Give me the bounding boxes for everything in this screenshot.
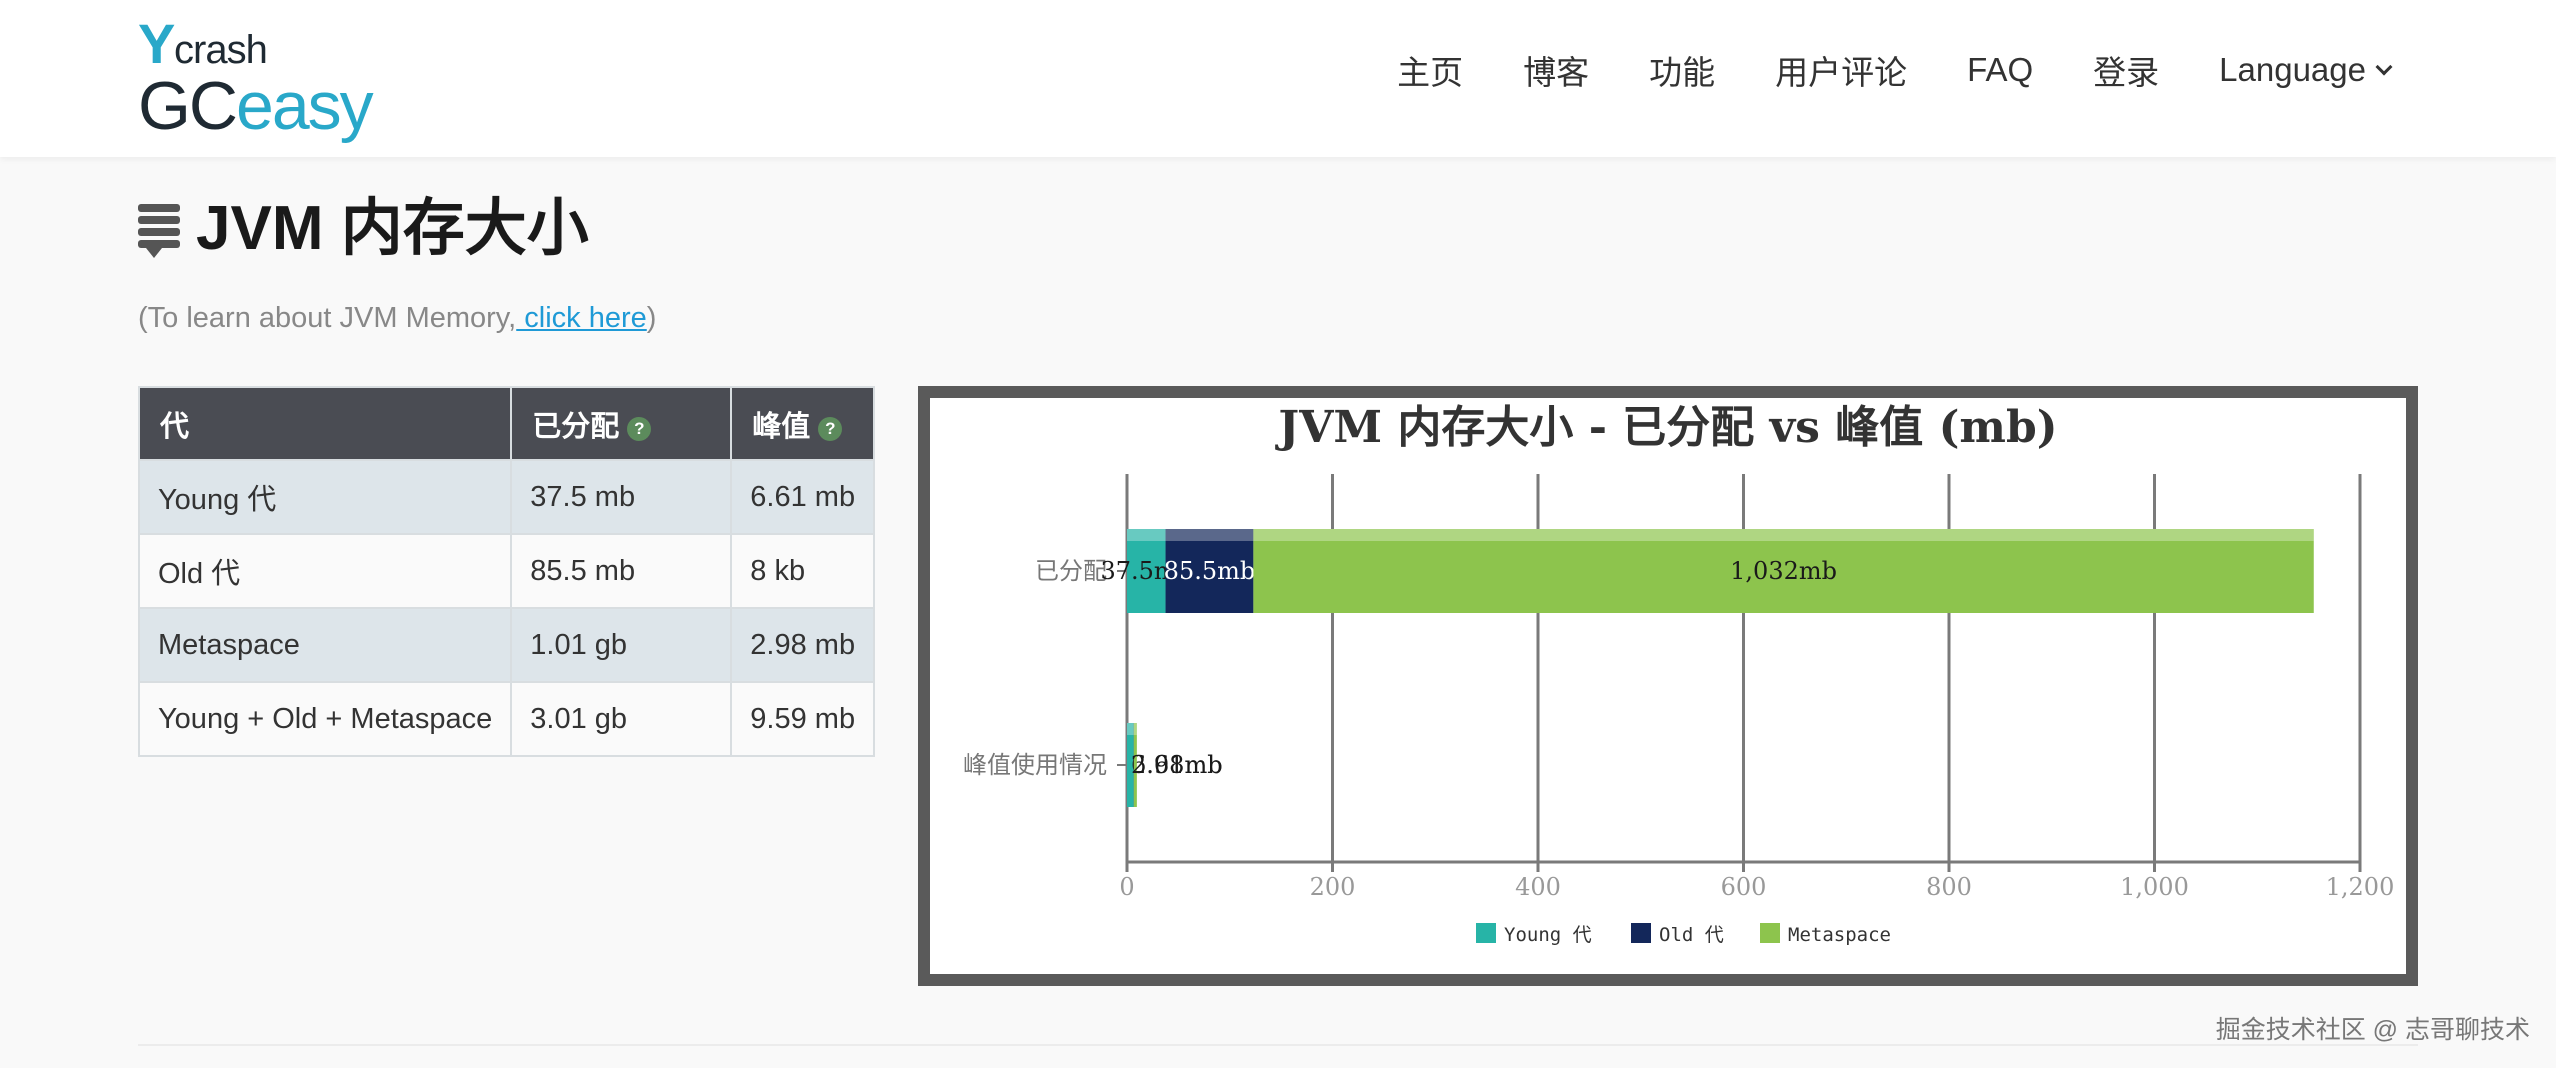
y-category-label: 峰值使用情况 (963, 751, 1107, 779)
top-navbar: Y crash GCeasy 主页 博客 功能 用户评论 FAQ 登录 Lang… (0, 0, 2556, 157)
header-allocated-label: 已分配 (532, 410, 620, 443)
cell-peak: 2.98 mb (730, 607, 876, 683)
header-peak: 峰值? (730, 386, 876, 461)
bar-highlight (1133, 723, 1137, 735)
header-generation-label: 代 (160, 410, 190, 443)
data-label: 85.5mb (1164, 557, 1256, 585)
cell-generation: Young 代 (137, 459, 513, 535)
help-icon[interactable]: ? (818, 416, 843, 441)
bar-highlight (1127, 529, 1166, 541)
learn-more-text: (To learn about JVM Memory, click here) (138, 302, 656, 335)
x-tick-label: 0 (1119, 873, 1134, 901)
chart-canvas: JVM 内存大小 - 已分配 vs 峰值 (mb) 0 200 400 600 800 1,… (930, 398, 2406, 974)
x-tick-label: 400 (1515, 873, 1561, 901)
gceasy-wordmark-easy: easy (236, 68, 374, 144)
legend-label: Metaspace (1788, 924, 1891, 946)
nav-features[interactable]: 功能 (1649, 46, 1715, 94)
bar-highlight (1127, 723, 1134, 735)
header-allocated: 已分配? (510, 386, 733, 461)
cell-generation: Young + Old + Metaspace (137, 681, 513, 757)
main-nav: 主页 博客 功能 用户评论 FAQ 登录 Language (1337, 46, 2393, 94)
nav-faq[interactable]: FAQ (1967, 51, 2033, 89)
x-tick-label: 1,000 (2120, 873, 2189, 901)
data-label: 1,032mb (1730, 557, 1837, 585)
table-row: Metaspace 1.01 gb 2.98 mb (137, 607, 876, 683)
ycrash-y-mark: Y (138, 12, 176, 75)
table-row: Old 代 85.5 mb 8 kb (137, 533, 876, 609)
language-label: Language (2219, 51, 2366, 88)
click-here-link[interactable]: click here (516, 302, 647, 334)
header-generation: 代 (137, 386, 513, 461)
gceasy-logo[interactable]: Y crash GCeasy (138, 12, 378, 142)
x-tick-label: 1,200 (2326, 873, 2395, 901)
x-tick-label: 600 (1721, 873, 1767, 901)
legend-swatch (1476, 923, 1496, 943)
header-peak-label: 峰值 (752, 410, 811, 443)
nav-login[interactable]: 登录 (2093, 46, 2159, 94)
nav-reviews[interactable]: 用户评论 (1775, 46, 1907, 94)
x-tick-label: 200 (1310, 873, 1356, 901)
bar-highlight (1253, 529, 2314, 541)
table-row: Young 代 37.5 mb 6.61 mb (137, 459, 876, 535)
table-row: Young + Old + Metaspace 3.01 gb 9.59 mb (137, 681, 876, 757)
jvm-memory-chart: JVM 内存大小 - 已分配 vs 峰值 (mb) 0 200 400 600 800 1,… (918, 386, 2418, 986)
cell-peak: 8 kb (730, 533, 876, 609)
data-label: 2.98mb (1131, 751, 1223, 779)
jvm-memory-table: 代 已分配? 峰值? Young 代 37.5 mb 6.61 mb Old 代… (137, 386, 876, 757)
cell-allocated: 1.01 gb (510, 607, 733, 683)
legend-swatch (1760, 923, 1780, 943)
cell-generation: Metaspace (137, 607, 513, 683)
bar-highlight (1165, 529, 1254, 541)
cell-allocated: 37.5 mb (510, 459, 733, 535)
table-header-row: 代 已分配? 峰值? (137, 386, 876, 461)
gceasy-wordmark: GCeasy (138, 72, 374, 140)
cell-allocated: 85.5 mb (510, 533, 733, 609)
chart-title: JVM 内存大小 - 已分配 vs 峰值 (mb) (1274, 402, 2057, 453)
learn-prefix: (To learn about JVM Memory, (138, 302, 517, 334)
legend-label: Old 代 (1659, 924, 1724, 946)
memory-section-icon (138, 204, 180, 258)
cell-allocated: 3.01 gb (510, 681, 733, 757)
cell-peak: 9.59 mb (730, 681, 876, 757)
ycrash-wordmark: crash (174, 28, 268, 72)
legend-swatch (1631, 923, 1651, 943)
divider (138, 1044, 2418, 1046)
y-category-label: 已分配 (1035, 557, 1107, 585)
cell-peak: 6.61 mb (730, 459, 876, 535)
chart-svg: JVM 内存大小 - 已分配 vs 峰值 (mb) 0 200 400 600 800 1,… (963, 402, 2395, 946)
gceasy-wordmark-gc: GC (138, 68, 238, 144)
legend-label: Young 代 (1504, 924, 1592, 946)
help-icon[interactable]: ? (627, 416, 652, 441)
nav-blog[interactable]: 博客 (1523, 46, 1589, 94)
x-tick-label: 800 (1926, 873, 1972, 901)
nav-home[interactable]: 主页 (1397, 46, 1463, 94)
language-dropdown[interactable]: Language (2219, 51, 2393, 89)
learn-suffix: ) (646, 302, 657, 334)
cell-generation: Old 代 (137, 533, 513, 609)
page-title: JVM 内存大小 (196, 194, 589, 263)
chevron-down-icon (2375, 58, 2393, 76)
watermark: 掘金技术社区 @ 志哥聊技术 (2215, 1016, 2530, 1044)
